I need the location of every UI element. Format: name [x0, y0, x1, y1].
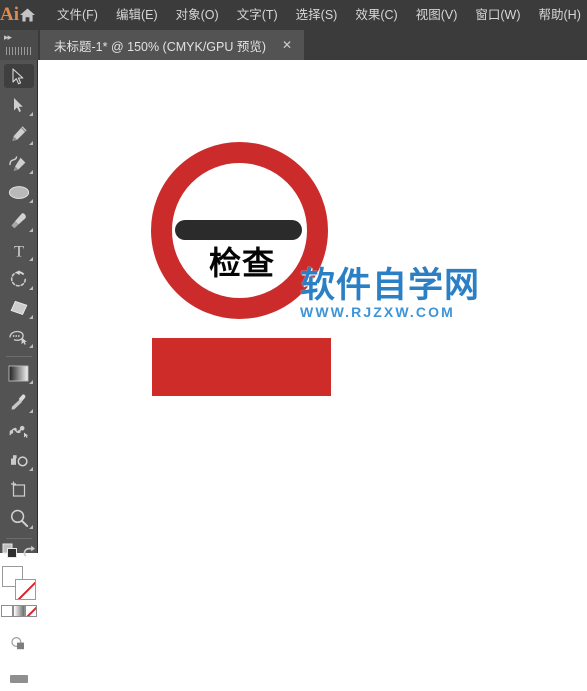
- none-slash-icon: [16, 580, 36, 600]
- paintbrush-icon: [10, 212, 28, 230]
- pen-icon: [10, 125, 28, 143]
- direct-selection-tool[interactable]: [4, 93, 34, 117]
- illustrator-window: Ai 文件(F) 编辑(E) 对象(O) 文字(T) 选择(S) 效果(C) 视…: [0, 0, 587, 553]
- screen-mode-button[interactable]: [4, 667, 34, 691]
- sign-bar-shape[interactable]: [175, 220, 302, 240]
- pen-tool[interactable]: [4, 122, 34, 146]
- screen-mode-icon: [9, 674, 29, 684]
- artboard-tool[interactable]: [4, 477, 34, 501]
- menu-select[interactable]: 选择(S): [287, 0, 347, 30]
- curvature-tool[interactable]: [4, 151, 34, 175]
- document-canvas[interactable]: 检查 软件自学网 WWW.RJZXW.COM: [39, 60, 587, 553]
- symbol-sprayer-icon: [9, 452, 29, 469]
- document-tab-title: 未标题-1* @ 150% (CMYK/GPU 预览): [54, 36, 266, 55]
- flyout-corner-icon: [29, 525, 33, 529]
- menu-item-list: 文件(F) 编辑(E) 对象(O) 文字(T) 选择(S) 效果(C) 视图(V…: [48, 0, 587, 30]
- sign-label-text[interactable]: 检查: [194, 246, 290, 280]
- home-icon[interactable]: [19, 0, 36, 30]
- tools-panel: T: [0, 60, 38, 553]
- flyout-corner-icon: [29, 199, 33, 203]
- menu-effect[interactable]: 效果(C): [346, 0, 406, 30]
- draw-normal-icon: [10, 635, 27, 651]
- menu-object[interactable]: 对象(O): [167, 0, 228, 30]
- curvature-icon: [9, 155, 28, 172]
- double-chevron-right-icon[interactable]: ▸▸: [4, 33, 11, 42]
- menu-view[interactable]: 视图(V): [407, 0, 467, 30]
- color-swatch-button[interactable]: [1, 605, 13, 617]
- drawing-modes-button[interactable]: [4, 631, 34, 655]
- flyout-corner-icon: [29, 112, 33, 116]
- flyout-corner-icon: [29, 141, 33, 145]
- rotate-tool[interactable]: [4, 267, 34, 291]
- flyout-corner-icon: [29, 286, 33, 290]
- blend-tool[interactable]: [4, 419, 34, 443]
- tool-divider: [6, 538, 32, 539]
- svg-text:T: T: [14, 243, 24, 259]
- ellipse-tool[interactable]: [4, 180, 34, 204]
- flyout-corner-icon: [29, 409, 33, 413]
- stroke-swatch[interactable]: [15, 579, 36, 600]
- fill-stroke-swatches: [2, 566, 36, 600]
- gradient-icon: [8, 365, 29, 382]
- menu-help[interactable]: 帮助(H): [530, 0, 587, 30]
- shape-builder-tool[interactable]: [4, 325, 34, 349]
- panel-grip-icon[interactable]: [6, 47, 31, 55]
- flyout-corner-icon: [29, 228, 33, 232]
- menu-edit[interactable]: 编辑(E): [107, 0, 167, 30]
- swap-arrow-icon[interactable]: [22, 544, 37, 564]
- menu-file[interactable]: 文件(F): [48, 0, 107, 30]
- close-icon[interactable]: ✕: [282, 39, 292, 51]
- red-rectangle-shape[interactable]: [152, 338, 331, 396]
- magnifier-icon: [9, 509, 29, 528]
- eraser-icon: [9, 300, 29, 316]
- flyout-corner-icon: [29, 257, 33, 261]
- arrow-solid-icon: [13, 97, 24, 113]
- menu-type[interactable]: 文字(T): [228, 0, 287, 30]
- zoom-tool[interactable]: [4, 506, 34, 530]
- toolpanel-header: ▸▸: [0, 30, 38, 60]
- type-t-icon: T: [11, 242, 27, 259]
- flyout-corner-icon: [29, 170, 33, 174]
- gradient-tool[interactable]: [4, 361, 34, 385]
- menu-bar: Ai 文件(F) 编辑(E) 对象(O) 文字(T) 选择(S) 效果(C) 视…: [0, 0, 587, 30]
- eyedropper-tool[interactable]: [4, 390, 34, 414]
- rotate-icon: [9, 270, 28, 288]
- none-swatch-button[interactable]: [25, 605, 37, 617]
- flyout-corner-icon: [29, 380, 33, 384]
- artboard-icon: [9, 480, 28, 498]
- mode-row: [0, 543, 38, 564]
- site-watermark: 软件自学网 WWW.RJZXW.COM: [300, 268, 495, 320]
- menu-window[interactable]: 窗口(W): [466, 0, 529, 30]
- document-tab[interactable]: 未标题-1* @ 150% (CMYK/GPU 预览) ✕: [40, 30, 304, 60]
- quick-swatch-row: [0, 605, 37, 617]
- blend-icon: [8, 423, 30, 439]
- paintbrush-tool[interactable]: [4, 209, 34, 233]
- none-slash-icon: [25, 605, 37, 617]
- shape-builder-icon: [8, 329, 30, 345]
- ellipse-icon: [8, 185, 30, 200]
- eyedropper-icon: [10, 393, 28, 411]
- arrow-outline-icon: [12, 68, 25, 85]
- overlapping-squares-icon[interactable]: [2, 543, 19, 564]
- flyout-corner-icon: [29, 467, 33, 471]
- selection-tool[interactable]: [4, 64, 34, 88]
- flyout-corner-icon: [29, 344, 33, 348]
- type-tool[interactable]: T: [4, 238, 34, 262]
- tool-divider: [6, 356, 32, 357]
- app-logo: Ai: [0, 0, 19, 30]
- gradient-swatch-button[interactable]: [13, 605, 25, 617]
- document-tab-bar: ▸▸ 未标题-1* @ 150% (CMYK/GPU 预览) ✕: [0, 30, 587, 60]
- symbol-sprayer-tool[interactable]: [4, 448, 34, 472]
- watermark-main-text: 软件自学网: [300, 268, 495, 304]
- watermark-url-text: WWW.RJZXW.COM: [300, 305, 495, 320]
- eraser-tool[interactable]: [4, 296, 34, 320]
- flyout-corner-icon: [29, 315, 33, 319]
